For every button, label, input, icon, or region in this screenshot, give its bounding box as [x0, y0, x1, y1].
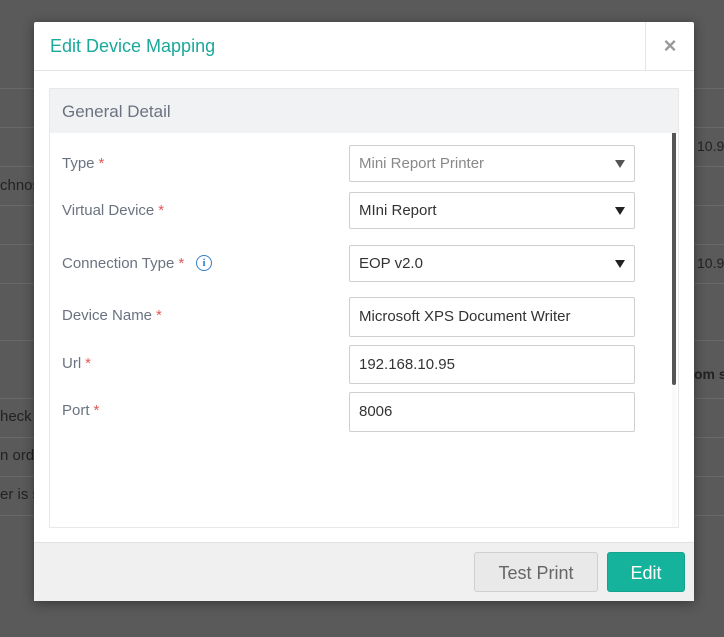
info-icon[interactable]: i [196, 255, 212, 271]
port-row: Port * 8006 [50, 392, 678, 432]
type-value: Mini Report Printer [359, 155, 485, 172]
modal-header: Edit Device Mapping × [34, 22, 694, 71]
modal-body: General Detail Type * Mini Report Printer… [49, 88, 679, 528]
modal-footer: Test Print Edit [34, 542, 694, 601]
type-select[interactable]: Mini Report Printer [349, 145, 635, 182]
required-marker: * [93, 402, 100, 419]
close-icon: × [663, 33, 677, 58]
connection-type-label: Connection Type * [62, 255, 185, 272]
port-input[interactable]: 8006 [349, 392, 635, 432]
virtual-device-label: Virtual Device * [62, 202, 165, 219]
required-marker: * [158, 202, 165, 219]
required-marker: * [98, 155, 105, 172]
required-marker: * [178, 255, 185, 272]
device-name-row: Device Name * Microsoft XPS Document Writ… [50, 297, 678, 337]
type-label: Type * [62, 155, 105, 172]
required-marker: * [156, 307, 162, 324]
virtual-device-select[interactable]: MIni Report [349, 192, 635, 229]
url-input[interactable]: 192.168.10.95 [349, 345, 635, 384]
device-name-label: Device Name * [62, 307, 162, 324]
connection-type-row: Connection Type * i EOP v2.0 [50, 245, 678, 285]
connection-type-value: EOP v2.0 [359, 255, 423, 272]
section-title: General Detail [62, 102, 171, 121]
edit-device-mapping-dialog: Edit Device Mapping × General Detail Typ… [34, 22, 694, 601]
chevron-down-icon [615, 160, 625, 168]
virtual-device-value: MIni Report [359, 202, 437, 219]
virtual-device-row: Virtual Device * MIni Report [50, 192, 678, 232]
required-marker: * [85, 355, 92, 372]
chevron-down-icon [615, 260, 625, 268]
connection-type-select[interactable]: EOP v2.0 [349, 245, 635, 282]
test-print-button[interactable]: Test Print [474, 552, 598, 592]
section-header: General Detail [50, 89, 678, 133]
url-label: Url * [62, 355, 92, 372]
device-name-input[interactable]: Microsoft XPS Document Writer [349, 297, 635, 337]
edit-button[interactable]: Edit [607, 552, 685, 592]
scrollbar-thumb[interactable] [672, 89, 676, 385]
type-row: Type * Mini Report Printer [50, 145, 678, 185]
port-label: Port * [62, 402, 100, 419]
chevron-down-icon [615, 207, 625, 215]
url-row: Url * 192.168.10.95 [50, 345, 678, 385]
close-button[interactable]: × [645, 22, 694, 70]
modal-title: Edit Device Mapping [50, 36, 216, 56]
